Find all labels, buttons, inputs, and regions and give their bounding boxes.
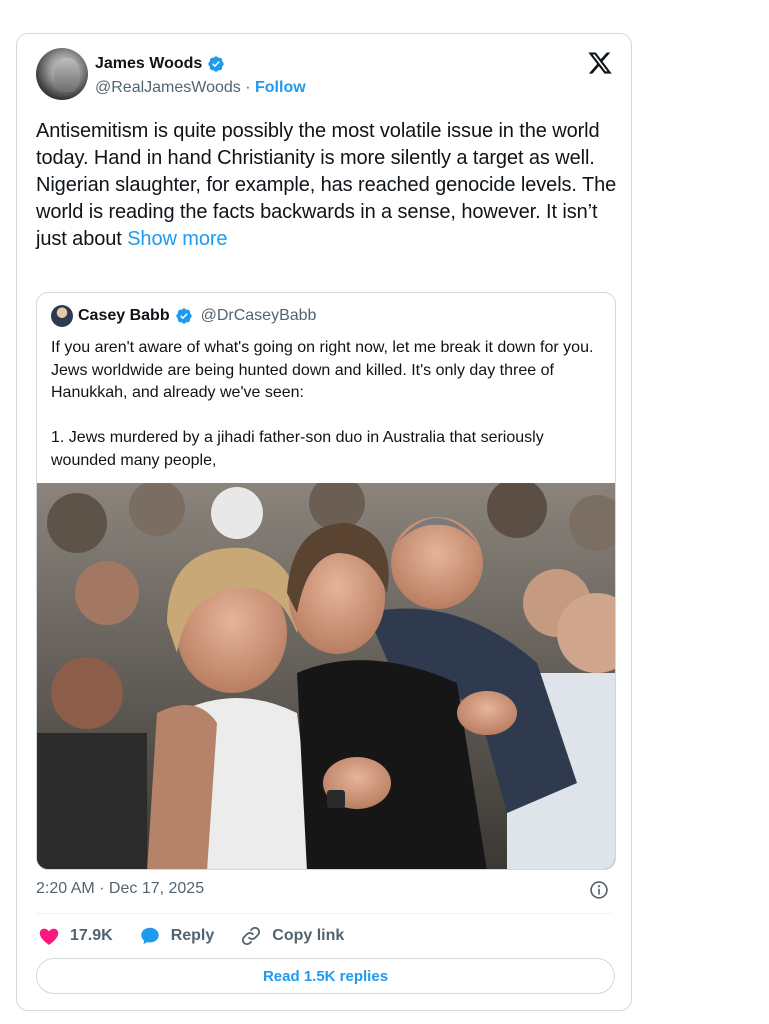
copy-link-button[interactable]: Copy link [240, 925, 344, 947]
quote-author-handle: @DrCaseyBabb [200, 307, 317, 324]
read-replies-label: Read 1.5K replies [262, 967, 389, 985]
author-name-row: James Woods [95, 53, 225, 75]
author-avatar[interactable] [36, 48, 88, 100]
heart-icon [39, 928, 59, 945]
tweet-body: Antisemitism is quite possibly the most … [36, 120, 617, 250]
read-replies-button[interactable]: Read 1.5K replies [36, 958, 615, 994]
copy-link-label: Copy link [272, 927, 345, 944]
quoted-tweet[interactable]: Casey Babb @DrCaseyBabb If you aren't aw… [36, 292, 616, 870]
author-name[interactable]: James Woods [95, 55, 202, 73]
info-icon[interactable] [589, 880, 609, 900]
quote-text: If you aren't aware of what's going on r… [51, 337, 606, 472]
reply-button[interactable]: Reply [139, 925, 215, 947]
quote-photo[interactable] [37, 483, 616, 870]
quote-header: Casey Babb @DrCaseyBabb [51, 305, 316, 327]
quote-paragraph: 1. Jews murdered by a jihadi father-son … [51, 429, 544, 469]
like-count: 17.9K [70, 927, 113, 944]
handle-separator: · [240, 79, 255, 96]
verified-badge-icon [208, 56, 224, 72]
author-handle-row: @RealJamesWoods · Follow [95, 79, 306, 97]
author-handle[interactable]: @RealJamesWoods [95, 79, 241, 96]
quote-author-name: Casey Babb [78, 307, 170, 324]
tweet-card: James Woods @RealJamesWoods · Follow Ant… [16, 33, 632, 1011]
like-button[interactable]: 17.9K [38, 925, 113, 947]
tweet-text: Antisemitism is quite possibly the most … [36, 118, 621, 253]
timestamp[interactable]: 2:20 AM · Dec 17, 2025 [36, 880, 204, 898]
reply-bubble-icon [140, 927, 159, 945]
divider [36, 913, 613, 914]
show-more-link[interactable]: Show more [127, 228, 227, 250]
action-bar: 17.9K Reply Copy link [38, 924, 370, 948]
link-icon [242, 926, 261, 946]
reply-label: Reply [170, 927, 215, 944]
quote-paragraph [51, 405, 606, 428]
verified-badge-icon [175, 308, 192, 324]
x-logo-icon[interactable] [587, 50, 613, 76]
follow-button[interactable]: Follow [255, 79, 306, 96]
quote-avatar[interactable] [51, 305, 73, 327]
quote-paragraph: If you aren't aware of what's going on r… [51, 339, 594, 401]
